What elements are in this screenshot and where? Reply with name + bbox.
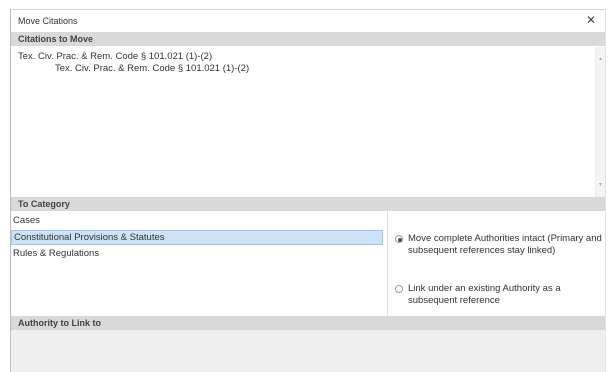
citations-list[interactable]: Tex. Civ. Prac. & Rem. Code § 101.021 (1… [11,47,605,197]
radio-selected-dot [398,238,402,242]
citation-subsequent-line: Tex. Civ. Prac. & Rem. Code § 101.021 (1… [55,63,250,74]
category-section-header: To Category [11,197,605,211]
category-item-cases[interactable]: Cases [11,213,383,228]
title-bar: Move Citations ✕ [11,10,605,32]
move-citations-dialog: Move Citations ✕ Citations to Move Tex. … [10,9,606,372]
category-list: Cases Constitutional Provisions & Statut… [11,211,388,316]
link-existing-label: Link under an existing Authority as a su… [408,283,561,306]
scroll-down-icon[interactable]: ▼ [598,183,603,188]
category-item-rules-regulations[interactable]: Rules & Regulations [11,246,383,261]
move-intact-option[interactable]: Move complete Authorities intact (Primar… [395,233,602,273]
authority-link-list[interactable] [11,330,605,372]
category-item-constitutional-provisions-statutes[interactable]: Constitutional Provisions & Statutes [11,230,383,245]
link-options-panel: Move complete Authorities intact (Primar… [388,211,605,316]
close-icon[interactable]: ✕ [586,14,596,26]
scroll-up-icon[interactable]: ▲ [598,57,603,62]
move-intact-radio[interactable] [395,235,403,243]
citations-section-header: Citations to Move [11,32,605,46]
link-existing-option[interactable]: Link under an existing Authority as a su… [395,283,601,311]
dialog-title: Move Citations [18,16,78,26]
authority-section-header: Authority to Link to [11,316,605,330]
move-intact-label: Move complete Authorities intact (Primar… [408,233,602,256]
citation-line: Tex. Civ. Prac. & Rem. Code § 101.021 (1… [18,51,213,62]
citations-scrollbar[interactable]: ▲ ▼ [595,47,605,197]
link-existing-radio[interactable] [395,285,403,293]
